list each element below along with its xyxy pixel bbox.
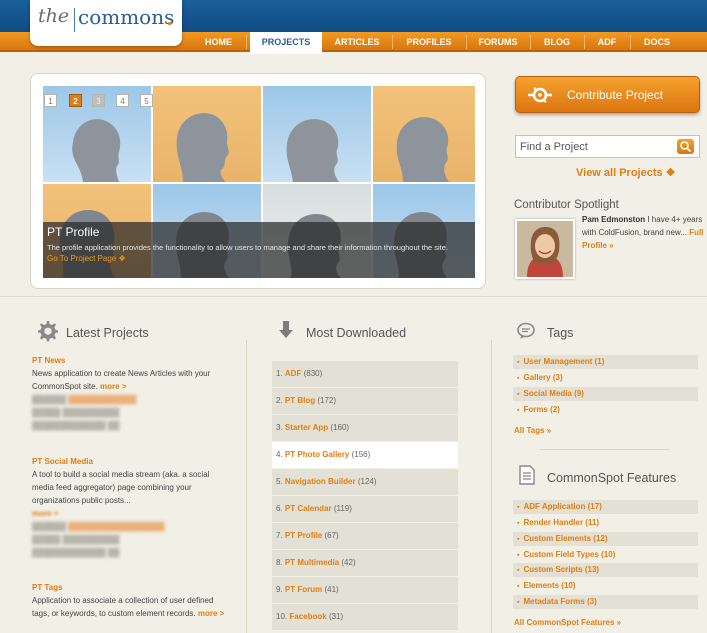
more-link[interactable]: more > (198, 609, 224, 618)
section-divider (0, 296, 707, 297)
contribute-label: Contribute Project (567, 88, 664, 102)
page-2-button[interactable]: 2 (69, 94, 82, 107)
download-arrow-icon (279, 321, 293, 338)
download-row[interactable]: 10. Facebook (31) (272, 604, 458, 630)
features-title: CommonSpot Features (547, 471, 677, 485)
nav-profiles[interactable]: PROFILES (396, 32, 462, 52)
feature-link[interactable]: ▪ Custom Scripts (13) (513, 563, 698, 577)
download-row[interactable]: 2. PT Blog (172) (272, 388, 458, 414)
most-downloaded-title: Most Downloaded (306, 326, 407, 340)
gear-icon (38, 321, 58, 342)
find-project-box (515, 135, 700, 158)
nav-blog[interactable]: BLOG (534, 32, 580, 52)
feature-link[interactable]: ▪ Render Handler (11) (513, 516, 698, 530)
feature-link[interactable]: ▪ Custom Elements (12) (513, 532, 698, 546)
speech-bubble-icon (517, 322, 535, 339)
project-slideshow: 1 2 3 4 5 PT Profile The profile applica… (30, 73, 486, 289)
nav-projects[interactable]: PROJECTS (250, 32, 322, 54)
contribute-project-button[interactable]: Contribute Project (515, 76, 700, 113)
document-icon (519, 465, 535, 485)
project-link[interactable]: PT Social Media (32, 455, 232, 468)
latest-projects-title: Latest Projects (66, 326, 149, 340)
contributor-name[interactable]: Pam Edmonston (582, 215, 645, 224)
site-logo[interactable]: the commons . (30, 0, 182, 46)
nav-docs[interactable]: DOCS (634, 32, 680, 52)
download-row[interactable]: 6. PT Calendar (119) (272, 496, 458, 522)
project-link[interactable]: PT Tags (32, 581, 232, 594)
search-button[interactable] (677, 139, 694, 154)
download-row[interactable]: 4. PT Photo Gallery (156) (272, 442, 458, 468)
more-link[interactable]: more > (100, 382, 126, 391)
feature-link[interactable]: ▪ ADF Application (17) (513, 500, 698, 514)
contribute-icon (528, 87, 552, 103)
nav-home[interactable]: HOME (195, 32, 242, 52)
download-row[interactable]: 7. PT Profile (67) (272, 523, 458, 549)
tags-title: Tags (547, 326, 574, 340)
go-to-project-link[interactable]: Go To Project Page ❖ (47, 254, 471, 263)
latest-project-item: PT Social Media A tool to build a social… (32, 455, 232, 559)
latest-project-item: PT News News application to create News … (32, 354, 232, 432)
tag-link[interactable]: ▪ Gallery (3) (513, 371, 698, 385)
nav-forums[interactable]: FORUMS (470, 32, 526, 52)
download-row[interactable]: 1. ADF (830) (272, 361, 458, 387)
contributor-avatar[interactable] (515, 219, 575, 279)
tag-link[interactable]: ▪ Forms (2) (513, 403, 698, 417)
download-row[interactable]: 3. Starter App (160) (272, 415, 458, 441)
tag-link[interactable]: ▪ User Management (1) (513, 355, 698, 369)
download-row[interactable]: 5. Navigation Builder (124) (272, 469, 458, 495)
feature-link[interactable]: ▪ Elements (10) (513, 579, 698, 593)
spotlight-text: Pam Edmonston I have 4+ years with ColdF… (582, 213, 706, 252)
contributor-spotlight-title: Contributor Spotlight (514, 199, 619, 211)
find-project-input[interactable] (520, 139, 670, 155)
feature-link[interactable]: ▪ Metadata Forms (3) (513, 595, 698, 609)
download-row[interactable]: 9. PT Forum (41) (272, 577, 458, 603)
more-link[interactable]: more > (32, 509, 58, 518)
view-all-projects-link[interactable]: View all Projects ❖ (576, 166, 676, 179)
project-link[interactable]: PT News (32, 354, 232, 367)
slide-title: PT Profile (47, 225, 100, 239)
all-tags-link[interactable]: All Tags » (514, 426, 551, 435)
slide-caption: PT Profile The profile application provi… (43, 222, 475, 278)
page-3-button[interactable]: 3 (92, 94, 105, 107)
slide-description: The profile application provides the fun… (47, 243, 449, 252)
search-icon (680, 141, 692, 153)
download-row[interactable]: 8. PT Multimedia (42) (272, 550, 458, 576)
latest-project-item: PT Tags Application to associate a colle… (32, 581, 232, 620)
page-1-button[interactable]: 1 (44, 94, 57, 107)
page-5-button[interactable]: 5 (140, 94, 153, 107)
feature-link[interactable]: ▪ Custom Field Types (10) (513, 548, 698, 562)
nav-articles[interactable]: ARTICLES (326, 32, 388, 52)
tag-link[interactable]: ▪ Social Media (9) (513, 387, 698, 401)
all-features-link[interactable]: All CommonSpot Features » (514, 618, 621, 627)
page-4-button[interactable]: 4 (116, 94, 129, 107)
nav-adf[interactable]: ADF (588, 32, 626, 52)
